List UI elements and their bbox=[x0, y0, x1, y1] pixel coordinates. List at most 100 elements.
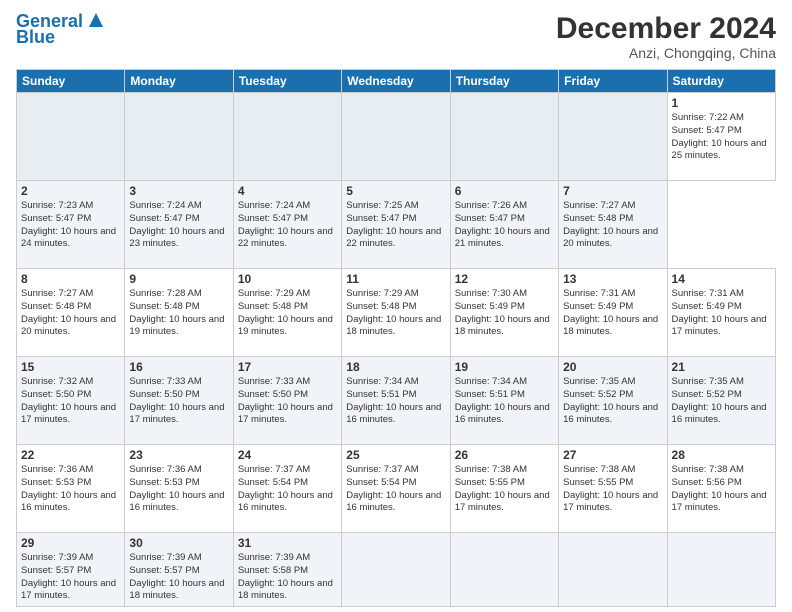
calendar-cell: 20Sunrise: 7:35 AM Sunset: 5:52 PM Dayli… bbox=[559, 357, 667, 445]
day-number: 21 bbox=[672, 360, 771, 374]
day-number: 24 bbox=[238, 448, 337, 462]
logo-icon bbox=[85, 9, 107, 31]
calendar-cell: 17Sunrise: 7:33 AM Sunset: 5:50 PM Dayli… bbox=[233, 357, 341, 445]
month-title: December 2024 bbox=[556, 12, 776, 45]
calendar-cell bbox=[17, 93, 125, 181]
calendar-cell bbox=[450, 93, 558, 181]
day-number: 12 bbox=[455, 272, 554, 286]
calendar-cell: 19 Sunrise: 7:34 AM Sunset: 5:51 PM Dayli… bbox=[450, 357, 558, 445]
day-number: 15 bbox=[21, 360, 120, 374]
day-number: 4 bbox=[238, 184, 337, 198]
day-number: 27 bbox=[563, 448, 662, 462]
calendar-cell: 14Sunrise: 7:31 AM Sunset: 5:49 PM Dayli… bbox=[667, 269, 775, 357]
calendar-cell bbox=[667, 533, 775, 607]
logo-text-blue: Blue bbox=[16, 28, 55, 48]
calendar-cell: 23 Sunrise: 7:36 AM Sunset: 5:53 PM Dayli… bbox=[125, 445, 233, 533]
day-number: 3 bbox=[129, 184, 228, 198]
day-info: Sunrise: 7:38 AM Sunset: 5:55 PM Dayligh… bbox=[455, 464, 554, 515]
day-info: Sunrise: 7:36 AM Sunset: 5:53 PM Dayligh… bbox=[21, 464, 120, 515]
calendar-cell bbox=[559, 533, 667, 607]
day-info: Sunrise: 7:38 AM Sunset: 5:56 PM Dayligh… bbox=[672, 464, 771, 515]
location: Anzi, Chongqing, China bbox=[556, 45, 776, 61]
calendar-cell: 3 Sunrise: 7:24 AM Sunset: 5:47 PM Daylig… bbox=[125, 181, 233, 269]
day-info: Sunrise: 7:25 AM Sunset: 5:47 PM Dayligh… bbox=[346, 200, 445, 251]
day-header-sunday: Sunday bbox=[17, 70, 125, 93]
day-info: Sunrise: 7:28 AM Sunset: 5:48 PM Dayligh… bbox=[129, 288, 228, 339]
title-area: December 2024 Anzi, Chongqing, China bbox=[556, 12, 776, 61]
calendar-cell: 24 Sunrise: 7:37 AM Sunset: 5:54 PM Dayli… bbox=[233, 445, 341, 533]
calendar-cell: 26Sunrise: 7:38 AM Sunset: 5:55 PM Dayli… bbox=[450, 445, 558, 533]
calendar-cell: 4Sunrise: 7:24 AM Sunset: 5:47 PM Daylig… bbox=[233, 181, 341, 269]
day-number: 23 bbox=[129, 448, 228, 462]
calendar-cell bbox=[342, 533, 450, 607]
calendar-cell: 8 Sunrise: 7:27 AM Sunset: 5:48 PM Daylig… bbox=[17, 269, 125, 357]
week-row-1: 1Sunrise: 7:22 AM Sunset: 5:47 PM Daylig… bbox=[17, 93, 776, 181]
calendar-cell: 30Sunrise: 7:39 AM Sunset: 5:57 PM Dayli… bbox=[125, 533, 233, 607]
day-info: Sunrise: 7:27 AM Sunset: 5:48 PM Dayligh… bbox=[21, 288, 120, 339]
week-row-4: 15 Sunrise: 7:32 AM Sunset: 5:50 PM Dayli… bbox=[17, 357, 776, 445]
day-number: 18 bbox=[346, 360, 445, 374]
week-row-5: 22 Sunrise: 7:36 AM Sunset: 5:53 PM Dayli… bbox=[17, 445, 776, 533]
day-number: 10 bbox=[238, 272, 337, 286]
day-info: Sunrise: 7:37 AM Sunset: 5:54 PM Dayligh… bbox=[346, 464, 445, 515]
day-info: Sunrise: 7:34 AM Sunset: 5:51 PM Dayligh… bbox=[455, 376, 554, 427]
calendar-cell: 16Sunrise: 7:33 AM Sunset: 5:50 PM Dayli… bbox=[125, 357, 233, 445]
day-info: Sunrise: 7:30 AM Sunset: 5:49 PM Dayligh… bbox=[455, 288, 554, 339]
day-header-monday: Monday bbox=[125, 70, 233, 93]
day-info: Sunrise: 7:24 AM Sunset: 5:47 PM Dayligh… bbox=[129, 200, 228, 251]
calendar-cell: 5Sunrise: 7:25 AM Sunset: 5:47 PM Daylig… bbox=[342, 181, 450, 269]
day-info: Sunrise: 7:29 AM Sunset: 5:48 PM Dayligh… bbox=[346, 288, 445, 339]
day-number: 19 bbox=[455, 360, 554, 374]
calendar-cell: 13Sunrise: 7:31 AM Sunset: 5:49 PM Dayli… bbox=[559, 269, 667, 357]
day-number: 22 bbox=[21, 448, 120, 462]
day-number: 29 bbox=[21, 536, 120, 550]
calendar-cell bbox=[125, 93, 233, 181]
day-info: Sunrise: 7:34 AM Sunset: 5:51 PM Dayligh… bbox=[346, 376, 445, 427]
page: General Blue December 2024 Anzi, Chongqi… bbox=[0, 0, 792, 612]
day-number: 28 bbox=[672, 448, 771, 462]
day-info: Sunrise: 7:38 AM Sunset: 5:55 PM Dayligh… bbox=[563, 464, 662, 515]
day-number: 1 bbox=[672, 96, 771, 110]
calendar: SundayMondayTuesdayWednesdayThursdayFrid… bbox=[16, 69, 776, 607]
day-info: Sunrise: 7:31 AM Sunset: 5:49 PM Dayligh… bbox=[672, 288, 771, 339]
day-info: Sunrise: 7:33 AM Sunset: 5:50 PM Dayligh… bbox=[238, 376, 337, 427]
day-number: 11 bbox=[346, 272, 445, 286]
calendar-cell: 29Sunrise: 7:39 AM Sunset: 5:57 PM Dayli… bbox=[17, 533, 125, 607]
day-header-thursday: Thursday bbox=[450, 70, 558, 93]
day-header-tuesday: Tuesday bbox=[233, 70, 341, 93]
day-info: Sunrise: 7:23 AM Sunset: 5:47 PM Dayligh… bbox=[21, 200, 120, 251]
calendar-cell bbox=[450, 533, 558, 607]
calendar-cell: 6Sunrise: 7:26 AM Sunset: 5:47 PM Daylig… bbox=[450, 181, 558, 269]
day-info: Sunrise: 7:37 AM Sunset: 5:54 PM Dayligh… bbox=[238, 464, 337, 515]
calendar-cell: 31 Sunrise: 7:39 AM Sunset: 5:58 PM Dayli… bbox=[233, 533, 341, 607]
day-info: Sunrise: 7:33 AM Sunset: 5:50 PM Dayligh… bbox=[129, 376, 228, 427]
calendar-cell: 9 Sunrise: 7:28 AM Sunset: 5:48 PM Daylig… bbox=[125, 269, 233, 357]
day-info: Sunrise: 7:36 AM Sunset: 5:53 PM Dayligh… bbox=[129, 464, 228, 515]
day-number: 7 bbox=[563, 184, 662, 198]
header: General Blue December 2024 Anzi, Chongqi… bbox=[16, 12, 776, 61]
week-row-3: 8 Sunrise: 7:27 AM Sunset: 5:48 PM Daylig… bbox=[17, 269, 776, 357]
day-info: Sunrise: 7:39 AM Sunset: 5:58 PM Dayligh… bbox=[238, 552, 337, 603]
day-header-wednesday: Wednesday bbox=[342, 70, 450, 93]
day-info: Sunrise: 7:32 AM Sunset: 5:50 PM Dayligh… bbox=[21, 376, 120, 427]
day-info: Sunrise: 7:29 AM Sunset: 5:48 PM Dayligh… bbox=[238, 288, 337, 339]
calendar-cell: 7 Sunrise: 7:27 AM Sunset: 5:48 PM Daylig… bbox=[559, 181, 667, 269]
calendar-cell: 18 Sunrise: 7:34 AM Sunset: 5:51 PM Dayli… bbox=[342, 357, 450, 445]
day-number: 9 bbox=[129, 272, 228, 286]
calendar-cell: 22 Sunrise: 7:36 AM Sunset: 5:53 PM Dayli… bbox=[17, 445, 125, 533]
week-row-6: 29Sunrise: 7:39 AM Sunset: 5:57 PM Dayli… bbox=[17, 533, 776, 607]
day-number: 31 bbox=[238, 536, 337, 550]
day-number: 30 bbox=[129, 536, 228, 550]
calendar-cell: 15 Sunrise: 7:32 AM Sunset: 5:50 PM Dayli… bbox=[17, 357, 125, 445]
day-number: 20 bbox=[563, 360, 662, 374]
logo: General Blue bbox=[16, 12, 107, 48]
day-number: 8 bbox=[21, 272, 120, 286]
calendar-cell: 28 Sunrise: 7:38 AM Sunset: 5:56 PM Dayli… bbox=[667, 445, 775, 533]
calendar-header-row: SundayMondayTuesdayWednesdayThursdayFrid… bbox=[17, 70, 776, 93]
calendar-cell: 27 Sunrise: 7:38 AM Sunset: 5:55 PM Dayli… bbox=[559, 445, 667, 533]
day-number: 25 bbox=[346, 448, 445, 462]
day-number: 2 bbox=[21, 184, 120, 198]
calendar-cell: 25 Sunrise: 7:37 AM Sunset: 5:54 PM Dayli… bbox=[342, 445, 450, 533]
day-info: Sunrise: 7:27 AM Sunset: 5:48 PM Dayligh… bbox=[563, 200, 662, 251]
calendar-cell bbox=[233, 93, 341, 181]
